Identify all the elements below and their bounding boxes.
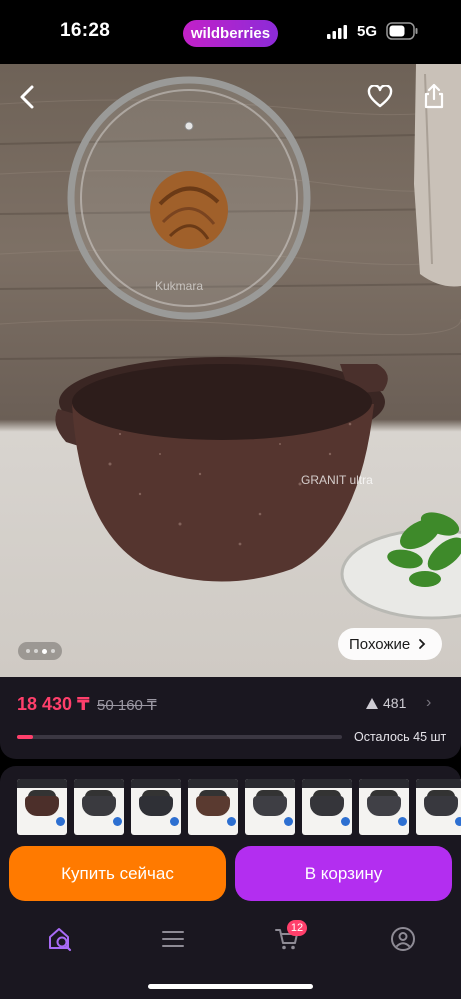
pot-label: GRANIT ultra [301, 473, 373, 487]
lid-brand: Kukmara [155, 279, 203, 293]
variant-thumbnail[interactable] [74, 779, 124, 835]
triangle-up-icon [366, 697, 378, 709]
variant-thumbnail[interactable] [302, 779, 352, 835]
heart-icon [367, 85, 393, 108]
variant-thumbnail[interactable] [416, 779, 461, 835]
slide-dot [50, 649, 55, 653]
price-block: 18 430 ₸ 50 160 ₸ 481 › Осталось 45 шт [0, 677, 461, 759]
stock-progress-fill [17, 735, 34, 739]
brand-label: wildberries [190, 25, 271, 42]
menu-icon [162, 931, 184, 947]
network-type: 5G [357, 23, 378, 40]
slide-indicator [18, 642, 62, 660]
product-image[interactable]: Kukmara GRANIT ultra Похожие [0, 64, 461, 677]
add-to-cart-button[interactable]: В корзину [235, 846, 452, 901]
variant-thumbnail[interactable] [131, 779, 181, 835]
back-button[interactable] [10, 79, 46, 115]
profile-icon [391, 927, 415, 951]
variant-thumbnail[interactable] [188, 779, 238, 835]
variant-thumbnail[interactable] [17, 779, 67, 835]
buy-now-button[interactable]: Купить сейчас [9, 846, 226, 901]
action-bar: Купить сейчас В корзину [0, 846, 461, 908]
old-price: 50 160 ₸ [97, 697, 157, 714]
chevron-right-icon [419, 639, 426, 649]
current-price: 18 430 ₸ [17, 694, 90, 714]
home-search-icon [49, 928, 72, 952]
status-bar: 16:28 wildberries 5G [0, 0, 461, 64]
home-indicator [148, 984, 313, 989]
brand-pill: wildberries [183, 20, 278, 47]
cart-count-badge: 12 [287, 920, 307, 936]
chevron-left-icon [20, 85, 34, 109]
stock-progress [17, 735, 342, 739]
tab-catalog[interactable] [158, 924, 188, 954]
battery-icon [386, 22, 418, 40]
stock-remaining: Осталось 45 шт [354, 730, 447, 744]
rating-count: 481 [383, 695, 407, 711]
similar-label: Похожие [349, 635, 411, 653]
variant-thumbnail[interactable] [245, 779, 295, 835]
rating-link[interactable]: 481 [366, 695, 406, 711]
chevron-right-icon: › [426, 694, 432, 711]
share-icon [424, 83, 444, 109]
variant-thumbnail[interactable] [359, 779, 409, 835]
product-photo-illustration: Kukmara GRANIT ultra [0, 64, 461, 620]
signal-icon [327, 25, 347, 39]
clock: 16:28 [60, 20, 111, 41]
share-button[interactable] [416, 78, 452, 114]
slide-dot [25, 649, 30, 653]
bottom-nav: 12 [0, 908, 461, 999]
variant-carousel[interactable] [0, 766, 461, 846]
similar-products-button[interactable]: Похожие [338, 628, 442, 660]
tab-home-search[interactable] [45, 924, 75, 954]
slide-dot-active [41, 648, 47, 654]
tab-profile[interactable] [388, 924, 418, 954]
favorite-button[interactable] [362, 79, 398, 115]
slide-dot [33, 649, 38, 653]
